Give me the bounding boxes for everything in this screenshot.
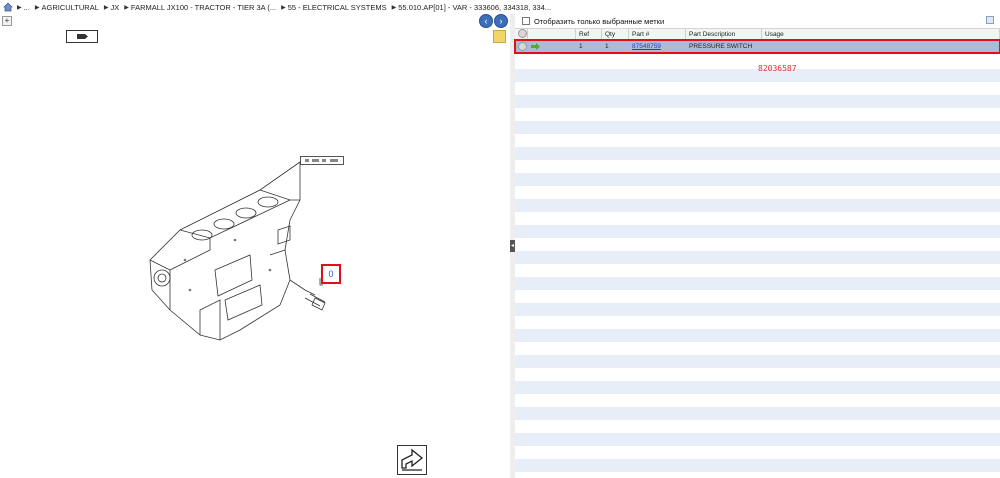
empty-row bbox=[515, 355, 1000, 368]
chevron-right-icon: ▶ bbox=[391, 4, 397, 11]
empty-row bbox=[515, 160, 1000, 173]
chevron-right-icon: ▶ bbox=[103, 4, 109, 11]
back-arrow-icon[interactable]: ‹ bbox=[479, 14, 493, 28]
table-header: Ref Qty Part # Part Description Usage bbox=[515, 28, 1000, 40]
chevron-right-icon: ▶ bbox=[17, 4, 22, 11]
green-arrow-icon[interactable] bbox=[531, 42, 540, 50]
column-header[interactable] bbox=[528, 28, 576, 40]
empty-row bbox=[515, 368, 1000, 381]
settings-icon[interactable] bbox=[518, 29, 527, 39]
empty-row bbox=[515, 238, 1000, 251]
engine-block-drawing bbox=[149, 161, 326, 341]
chevron-right-icon: ▶ bbox=[281, 4, 286, 11]
callout-highlight[interactable]: 0 bbox=[321, 264, 341, 284]
column-header-settings[interactable] bbox=[515, 28, 528, 40]
export-icon[interactable] bbox=[397, 445, 427, 475]
breadcrumb-item[interactable]: ▶ 55.010.AP[01] - VAR - 333606, 334318, 3… bbox=[392, 3, 552, 12]
show-selected-label[interactable]: Отобразить только выбранные метки bbox=[534, 17, 664, 26]
empty-row bbox=[515, 394, 1000, 407]
breadcrumb: ▶... ▶ AGRICULTURAL ▶ JX ▶ FARMALL JX100 - … bbox=[0, 0, 1000, 14]
info-icon[interactable] bbox=[518, 42, 527, 51]
filter-bar: Отобразить только выбранные метки bbox=[515, 14, 1000, 29]
empty-row bbox=[515, 225, 1000, 238]
callout-number[interactable]: 0 bbox=[328, 269, 333, 279]
chevron-right-icon: ▶ bbox=[34, 4, 40, 11]
ref-cell: 1 bbox=[579, 43, 583, 50]
empty-row bbox=[515, 407, 1000, 420]
empty-row bbox=[515, 212, 1000, 225]
empty-row bbox=[515, 199, 1000, 212]
drawing-pane: + ‹ › 0 bbox=[0, 14, 511, 478]
tag-icon[interactable] bbox=[66, 30, 98, 43]
empty-row bbox=[515, 316, 1000, 329]
column-header-part-number[interactable]: Part # bbox=[629, 28, 686, 40]
empty-row bbox=[515, 264, 1000, 277]
empty-row bbox=[515, 303, 1000, 316]
empty-row bbox=[515, 433, 1000, 446]
empty-row bbox=[515, 147, 1000, 160]
action-cell bbox=[528, 42, 576, 50]
empty-row bbox=[515, 108, 1000, 121]
column-header-description[interactable]: Part Description bbox=[686, 28, 762, 40]
home-icon[interactable] bbox=[3, 2, 13, 12]
column-header-usage[interactable]: Usage bbox=[762, 28, 1000, 40]
empty-row bbox=[515, 446, 1000, 459]
note-icon[interactable] bbox=[493, 30, 506, 43]
description-cell: PRESSURE SWITCH bbox=[689, 43, 753, 50]
grid-options-icon[interactable] bbox=[986, 16, 994, 24]
breadcrumb-item[interactable]: ▶ JX bbox=[104, 3, 119, 12]
empty-row bbox=[515, 459, 1000, 472]
qty-cell: 1 bbox=[605, 43, 609, 50]
empty-row bbox=[515, 329, 1000, 342]
empty-row bbox=[515, 173, 1000, 186]
breadcrumb-item[interactable]: ▶ 55 - ELECTRICAL SYSTEMS bbox=[281, 3, 387, 12]
table-row[interactable]: 1 1 87548759 PRESSURE SWITCH bbox=[514, 39, 1000, 54]
show-selected-checkbox[interactable] bbox=[522, 17, 530, 25]
part-number-cell: 87548759 bbox=[629, 43, 686, 50]
parts-table: Ref Qty Part # Part Description Usage 1 … bbox=[514, 28, 1000, 54]
part-number-link[interactable]: 87548759 bbox=[632, 43, 661, 50]
empty-row bbox=[515, 186, 1000, 199]
breadcrumb-item[interactable]: ▶ AGRICULTURAL bbox=[35, 3, 99, 12]
parts-pane: Отобразить только выбранные метки Ref Qt… bbox=[514, 14, 1000, 478]
empty-row bbox=[515, 277, 1000, 290]
empty-row bbox=[515, 420, 1000, 433]
empty-row bbox=[515, 134, 1000, 147]
breadcrumb-item[interactable]: ▶ FARMALL JX100 - TRACTOR - TIER 3A (... bbox=[124, 3, 276, 12]
empty-rows bbox=[515, 56, 1000, 478]
reference-number: 82036587 bbox=[758, 64, 797, 73]
empty-row bbox=[515, 290, 1000, 303]
empty-row bbox=[515, 121, 1000, 134]
empty-row bbox=[515, 381, 1000, 394]
chevron-right-icon: ▶ bbox=[124, 4, 129, 11]
empty-row bbox=[515, 251, 1000, 264]
expand-icon[interactable]: + bbox=[2, 16, 12, 26]
forward-arrow-icon[interactable]: › bbox=[494, 14, 508, 28]
empty-row bbox=[515, 95, 1000, 108]
column-header-ref[interactable]: Ref bbox=[576, 28, 602, 40]
breadcrumb-item[interactable]: ▶... bbox=[17, 3, 30, 12]
empty-row bbox=[515, 82, 1000, 95]
empty-row bbox=[515, 342, 1000, 355]
info-cell bbox=[515, 42, 528, 51]
column-header-qty[interactable]: Qty bbox=[602, 28, 629, 40]
